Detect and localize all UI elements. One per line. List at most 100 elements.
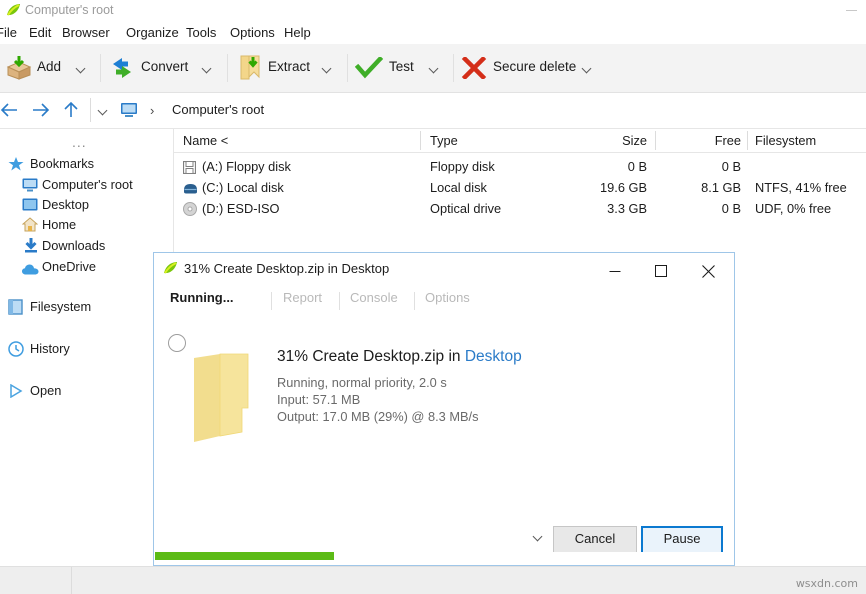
folder-yellow-icon: [190, 344, 250, 447]
star-icon: [8, 156, 24, 178]
sidebar-label: Home: [42, 217, 77, 232]
check-mark-icon: [354, 55, 384, 82]
peazip-window: Computer's root File Edit Browser Organi…: [0, 0, 866, 594]
table-row[interactable]: (C:) Local disk Local disk 19.6 GB 8.1 G…: [174, 177, 866, 198]
column-header-free[interactable]: Free: [693, 133, 741, 148]
add-box-icon: [6, 56, 32, 83]
column-divider[interactable]: [655, 131, 656, 150]
cell-name: (D:) ESD-ISO: [202, 201, 280, 216]
menu-help[interactable]: Help: [284, 23, 311, 43]
column-header-type[interactable]: Type: [430, 133, 458, 148]
toolbar-divider: [227, 54, 228, 82]
dialog-status-line: Running, normal priority, 2.0 s: [277, 375, 447, 390]
breadcrumb-path[interactable]: Computer's root: [172, 102, 264, 117]
table-row[interactable]: (D:) ESD-ISO Optical drive 3.3 GB 0 B UD…: [174, 198, 866, 219]
play-icon: [9, 383, 23, 404]
toolbar-extract-caret-icon[interactable]: [322, 63, 333, 74]
tab-divider: [414, 292, 415, 310]
address-divider: [90, 98, 91, 122]
column-divider[interactable]: [420, 131, 421, 150]
toolbar-test-label: Test: [389, 59, 414, 74]
toolbar-convert-caret-icon[interactable]: [202, 63, 213, 74]
cell-free: 0 B: [721, 201, 741, 216]
spinner-icon: [168, 334, 186, 352]
sidebar: ... Bookmarks Computer's root Desktop Ho…: [0, 129, 174, 593]
cell-free: 8.1 GB: [701, 180, 741, 195]
harddisk-icon: [183, 183, 198, 197]
column-header-name[interactable]: Name <: [183, 133, 228, 148]
toolbar-secure-delete-button[interactable]: Secure delete: [457, 44, 581, 92]
cell-type: Optical drive: [430, 201, 502, 216]
nav-forward-button[interactable]: [26, 93, 54, 127]
dialog-heading-prefix: 31% Create Desktop.zip in: [277, 348, 465, 365]
dialog-tabs: Running... Report Console Options: [154, 290, 732, 316]
sidebar-label: Open: [30, 383, 62, 398]
menu-options[interactable]: Options: [230, 23, 275, 43]
nav-up-button[interactable]: [57, 93, 85, 127]
nav-back-button[interactable]: [0, 93, 24, 127]
address-bar: › Computer's root: [0, 93, 866, 129]
menu-browser[interactable]: Browser: [62, 23, 110, 43]
toolbar-convert-button[interactable]: Convert: [104, 44, 198, 92]
cell-name: (C:) Local disk: [202, 180, 284, 195]
column-header-size[interactable]: Size: [599, 133, 647, 148]
toolbar-test-caret-icon[interactable]: [429, 63, 440, 74]
dialog-maximize-button[interactable]: [638, 253, 684, 286]
sidebar-label: History: [30, 341, 70, 356]
menubar: File Edit Browser Organize Tools Options…: [0, 23, 866, 43]
toolbar-extract-label: Extract: [268, 59, 311, 74]
peazip-icon: [163, 261, 178, 279]
table-row[interactable]: (A:) Floppy disk Floppy disk 0 B 0 B: [174, 156, 866, 177]
pause-button[interactable]: Pause: [641, 526, 723, 555]
dialog-heading: 31% Create Desktop.zip in Desktop: [277, 348, 522, 366]
window-minimize-button[interactable]: [838, 0, 866, 20]
menu-edit[interactable]: Edit: [29, 23, 51, 43]
toolbar-divider: [100, 54, 101, 82]
sidebar-overflow-icon[interactable]: ...: [72, 134, 87, 150]
extract-folder-icon: [237, 54, 263, 84]
tab-divider: [339, 292, 340, 310]
menu-tools[interactable]: Tools: [186, 23, 216, 43]
tab-options[interactable]: Options: [425, 290, 470, 305]
peazip-icon: [6, 3, 21, 18]
sidebar-label: Bookmarks: [30, 156, 95, 171]
column-divider[interactable]: [747, 131, 748, 150]
red-x-icon: [461, 55, 487, 82]
sidebar-label: Desktop: [42, 197, 89, 212]
main-toolbar: Add Convert Extract Test Secure delete: [0, 44, 866, 93]
dialog-close-button[interactable]: [685, 253, 731, 286]
cell-type: Floppy disk: [430, 159, 495, 174]
computer-icon[interactable]: [120, 102, 138, 121]
toolbar-convert-label: Convert: [141, 59, 189, 74]
toolbar-extract-button[interactable]: Extract: [231, 44, 323, 92]
optical-icon: [183, 202, 197, 219]
tab-console[interactable]: Console: [350, 290, 398, 305]
menu-file[interactable]: File: [0, 23, 17, 43]
cell-free: 0 B: [721, 159, 741, 174]
dialog-expand-caret-icon[interactable]: [533, 531, 545, 543]
status-bar: wsxdn.com: [0, 566, 866, 594]
cell-size: 19.6 GB: [600, 180, 647, 195]
tab-running[interactable]: Running...: [170, 290, 234, 305]
file-list-header: Name < Type Size Free Filesystem: [174, 129, 866, 153]
floppy-icon: [182, 160, 197, 177]
dialog-minimize-button[interactable]: [592, 253, 638, 286]
toolbar-divider: [453, 54, 454, 82]
toolbar-test-button[interactable]: Test: [351, 44, 427, 92]
download-icon: [24, 238, 38, 259]
address-history-caret-icon[interactable]: [98, 105, 109, 116]
computer-icon: [22, 178, 38, 198]
toolbar-add-caret-icon[interactable]: [76, 63, 87, 74]
column-header-filesystem[interactable]: Filesystem: [755, 133, 816, 148]
cancel-button[interactable]: Cancel: [553, 526, 637, 553]
toolbar-add-label: Add: [37, 59, 62, 74]
convert-arrows-icon: [109, 56, 135, 83]
menu-organize[interactable]: Organize: [126, 23, 179, 43]
toolbar-secure-delete-caret-icon[interactable]: [582, 63, 593, 74]
sidebar-label: Downloads: [42, 238, 106, 253]
clock-icon: [8, 341, 24, 363]
tab-report[interactable]: Report: [283, 290, 322, 305]
cell-size: 3.3 GB: [607, 201, 647, 216]
arrow-right-icon: [30, 101, 50, 122]
dialog-input-line: Input: 57.1 MB: [277, 392, 361, 407]
